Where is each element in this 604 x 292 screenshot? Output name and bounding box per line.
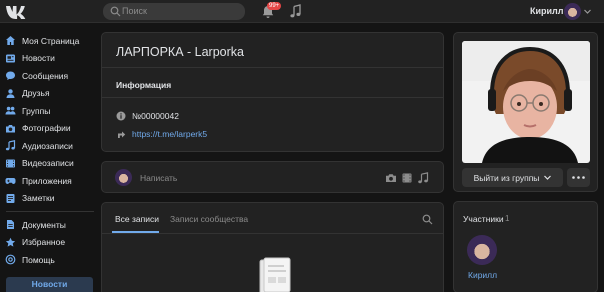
sidebar-divider bbox=[6, 211, 94, 212]
top-bar: Поиск 99+ Кирилл bbox=[0, 0, 604, 23]
search-icon[interactable] bbox=[422, 214, 433, 225]
member-name[interactable]: Кирилл bbox=[468, 270, 497, 280]
news-icon bbox=[6, 54, 15, 63]
sidebar-item-label: Документы bbox=[22, 219, 66, 230]
sidebar-item-label: Фотографии bbox=[22, 123, 71, 134]
info-section-title: Информация bbox=[116, 80, 172, 90]
music-player-icon[interactable] bbox=[289, 4, 302, 19]
current-user-name[interactable]: Кирилл bbox=[530, 6, 564, 16]
info-row-id: №00000042 bbox=[116, 111, 179, 121]
video-icon bbox=[6, 159, 15, 168]
sidebar-item-label: Заметки bbox=[22, 193, 55, 204]
note-icon bbox=[6, 193, 15, 203]
sidebar-item-label: Новости bbox=[22, 53, 55, 64]
sidebar-item-label: Моя Страница bbox=[22, 35, 80, 46]
vk-logo-icon[interactable] bbox=[5, 4, 27, 19]
star-icon bbox=[5, 237, 16, 247]
sidebar-item-messages[interactable]: Сообщения bbox=[0, 67, 100, 85]
composer-avatar bbox=[115, 169, 132, 186]
divider bbox=[102, 233, 443, 234]
video-icon[interactable] bbox=[401, 172, 413, 184]
sidebar-item-videos[interactable]: Видеозаписи bbox=[0, 155, 100, 173]
camera-icon bbox=[6, 124, 15, 133]
sidebar-item-help[interactable]: Помощь bbox=[0, 251, 100, 269]
leave-group-label: Выйти из группы bbox=[473, 172, 540, 183]
sidebar-item-label: Сообщения bbox=[22, 70, 69, 81]
group-photo[interactable] bbox=[462, 41, 590, 163]
search-icon bbox=[110, 6, 121, 17]
search-input[interactable]: Поиск bbox=[103, 3, 245, 20]
group-avatar-card: Выйти из группы bbox=[453, 32, 598, 192]
sidebar-item-notes[interactable]: Заметки bbox=[0, 190, 100, 208]
sidebar-item-bookmarks[interactable]: Избранное bbox=[0, 234, 100, 252]
sidebar-bottom-news-tab[interactable]: Новости bbox=[6, 277, 93, 292]
member-avatar[interactable] bbox=[467, 235, 497, 265]
members-title[interactable]: Участники bbox=[463, 214, 504, 224]
sidebar-item-news[interactable]: Новости bbox=[0, 50, 100, 68]
user-icon bbox=[6, 88, 15, 98]
message-icon bbox=[6, 71, 15, 81]
more-dots-icon bbox=[572, 176, 585, 179]
music-icon bbox=[5, 140, 16, 151]
search-placeholder: Поиск bbox=[122, 6, 147, 16]
tab-all-posts[interactable]: Все записи bbox=[115, 214, 159, 224]
sidebar-item-my-page[interactable]: Моя Страница bbox=[0, 32, 100, 50]
sidebar-item-label: Помощь bbox=[22, 254, 55, 265]
post-composer[interactable]: Написать bbox=[101, 161, 444, 193]
help-icon bbox=[5, 254, 16, 265]
link-arrow-icon bbox=[118, 131, 126, 138]
divider bbox=[102, 67, 443, 68]
document-icon bbox=[7, 220, 14, 230]
empty-wall-document-icon bbox=[259, 257, 291, 292]
sidebar-item-label: Друзья bbox=[22, 88, 50, 99]
sidebar-item-friends[interactable]: Друзья bbox=[0, 85, 100, 103]
sidebar-item-photos[interactable]: Фотографии bbox=[0, 120, 100, 138]
chevron-down-icon[interactable] bbox=[584, 9, 591, 14]
info-row-link[interactable]: https://t.me/larperk5 bbox=[116, 129, 207, 139]
gamepad-icon bbox=[5, 178, 16, 185]
composer-placeholder[interactable]: Написать bbox=[140, 173, 177, 183]
chevron-down-icon bbox=[544, 175, 552, 180]
sidebar-item-groups[interactable]: Группы bbox=[0, 102, 100, 120]
group-id-value: №00000042 bbox=[132, 111, 179, 121]
users-icon bbox=[5, 107, 16, 115]
sidebar-item-label: Избранное bbox=[22, 237, 66, 248]
music-icon[interactable] bbox=[417, 172, 429, 184]
wall-card: Все записи Записи сообщества bbox=[101, 202, 444, 292]
camera-icon[interactable] bbox=[385, 172, 397, 184]
members-count: 1 bbox=[505, 214, 510, 223]
sidebar-item-label: Аудиозаписи bbox=[22, 140, 73, 151]
group-info-card: ЛАРПОРКА - Larporka Информация №00000042… bbox=[101, 32, 444, 152]
sidebar-item-audio[interactable]: Аудиозаписи bbox=[0, 137, 100, 155]
sidebar-item-documents[interactable]: Документы bbox=[0, 216, 100, 234]
group-link[interactable]: https://t.me/larperk5 bbox=[132, 129, 207, 139]
more-actions-button[interactable] bbox=[567, 168, 590, 187]
sidebar-item-apps[interactable]: Приложения bbox=[0, 172, 100, 190]
left-sidebar: Моя Страница Новости Сообщения Друзья Гр… bbox=[0, 32, 100, 269]
sidebar-item-label: Группы bbox=[22, 105, 51, 116]
info-icon bbox=[116, 111, 126, 121]
sidebar-item-label: Приложения bbox=[22, 175, 72, 186]
leave-group-button[interactable]: Выйти из группы bbox=[462, 168, 563, 187]
notification-badge: 99+ bbox=[267, 2, 282, 10]
sidebar-item-label: Видеозаписи bbox=[22, 158, 74, 169]
page-title: ЛАРПОРКА - Larporka bbox=[116, 45, 244, 59]
home-icon bbox=[6, 36, 15, 46]
divider bbox=[102, 97, 443, 98]
members-card: Участники 1 Кирилл bbox=[453, 201, 598, 292]
current-user-avatar[interactable] bbox=[564, 3, 581, 20]
tab-community-posts[interactable]: Записи сообщества bbox=[170, 214, 248, 224]
